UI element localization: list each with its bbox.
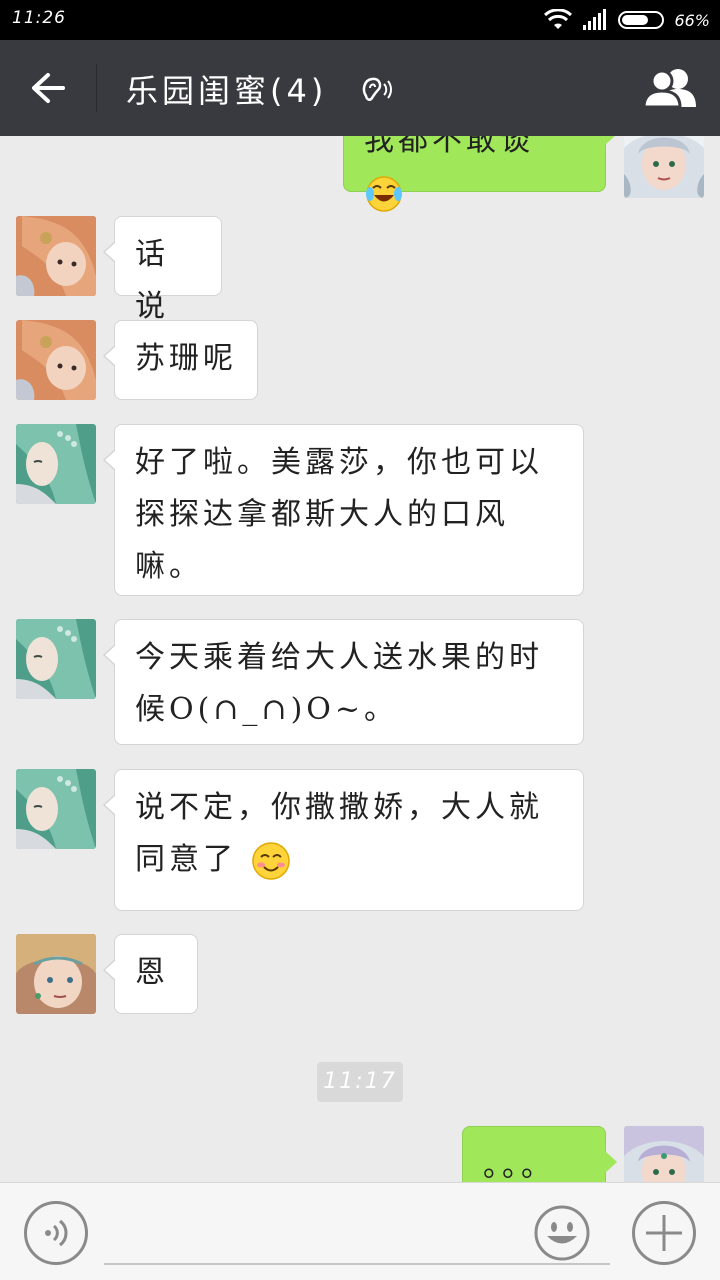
header-divider: [96, 64, 97, 112]
chat-header: 乐园闺蜜(4): [0, 40, 720, 136]
message-text: 我都不敢谈: [364, 136, 534, 158]
group-members-icon: [642, 69, 696, 109]
avatar-susan[interactable]: [16, 216, 96, 296]
status-indicators: 66%: [544, 8, 710, 32]
message-bubble-sent[interactable]: 。。。: [462, 1126, 617, 1182]
time-divider: 11:17: [317, 1062, 403, 1102]
avatar-me[interactable]: [624, 1126, 704, 1182]
tears-of-joy-emoji: [366, 176, 402, 212]
message-text: 好了啦。美露莎，你也可以探探达拿都斯大人的口风嘛。: [135, 445, 543, 584]
avatar-susan[interactable]: [16, 320, 96, 400]
voice-input-icon: [45, 1219, 68, 1247]
message-text: 恩: [135, 955, 169, 990]
avatar-green-hair[interactable]: [16, 619, 96, 699]
input-bar: [0, 1182, 720, 1280]
message-bubble-received[interactable]: 话说: [103, 216, 222, 324]
message-bubble-received[interactable]: 恩: [103, 934, 198, 1014]
message-bubble-received[interactable]: 苏珊呢: [103, 320, 258, 400]
message-text: 苏珊呢: [135, 341, 237, 376]
avatar-me[interactable]: [624, 136, 704, 198]
group-members-button[interactable]: [640, 62, 700, 114]
message-text: 。。。: [483, 1149, 555, 1182]
emoji-face-icon: [534, 1205, 590, 1261]
chat-title: 乐园闺蜜(4): [126, 72, 328, 110]
message-text: 说不定，你撒撒娇，大人就同意了: [135, 790, 543, 877]
avatar-blonde[interactable]: [16, 934, 96, 1014]
status-bar: 11:26 66%: [0, 0, 720, 40]
status-time: 11:26: [12, 8, 66, 28]
plus-icon: [646, 1215, 682, 1251]
battery-icon: [618, 11, 665, 29]
wifi-icon: [544, 9, 573, 29]
message-bubble-received[interactable]: 说不定，你撒撒娇，大人就同意了: [103, 769, 584, 911]
ear-icon: [362, 77, 392, 101]
voice-input-button[interactable]: [24, 1201, 88, 1265]
emoji-button[interactable]: [530, 1201, 594, 1265]
back-button[interactable]: [0, 40, 96, 136]
message-bubble-received[interactable]: 今天乘着给大人送水果的时候O(∩_∩)O~。: [103, 619, 584, 745]
battery-level-fill: [622, 15, 648, 25]
message-bubble-received[interactable]: 好了啦。美露莎，你也可以探探达拿都斯大人的口风嘛。: [103, 424, 584, 596]
message-text: 话说: [135, 237, 169, 324]
signal-icon: [583, 9, 607, 30]
avatar-green-hair[interactable]: [16, 424, 96, 504]
message-text: 今天乘着给大人送水果的时候O(∩_∩)O~。: [135, 640, 543, 727]
message-list[interactable]: 我都不敢谈 话说 苏珊呢 好了啦。美露莎，你也可以探探达拿都斯大人的口风嘛。 今…: [0, 136, 720, 1182]
battery-percent: 66%: [674, 10, 710, 30]
arrow-left-icon: [32, 73, 65, 103]
smile-blush-emoji: [251, 842, 290, 880]
more-functions-button[interactable]: [632, 1201, 696, 1265]
avatar-green-hair[interactable]: [16, 769, 96, 849]
message-bubble-sent[interactable]: 我都不敢谈: [343, 136, 617, 212]
